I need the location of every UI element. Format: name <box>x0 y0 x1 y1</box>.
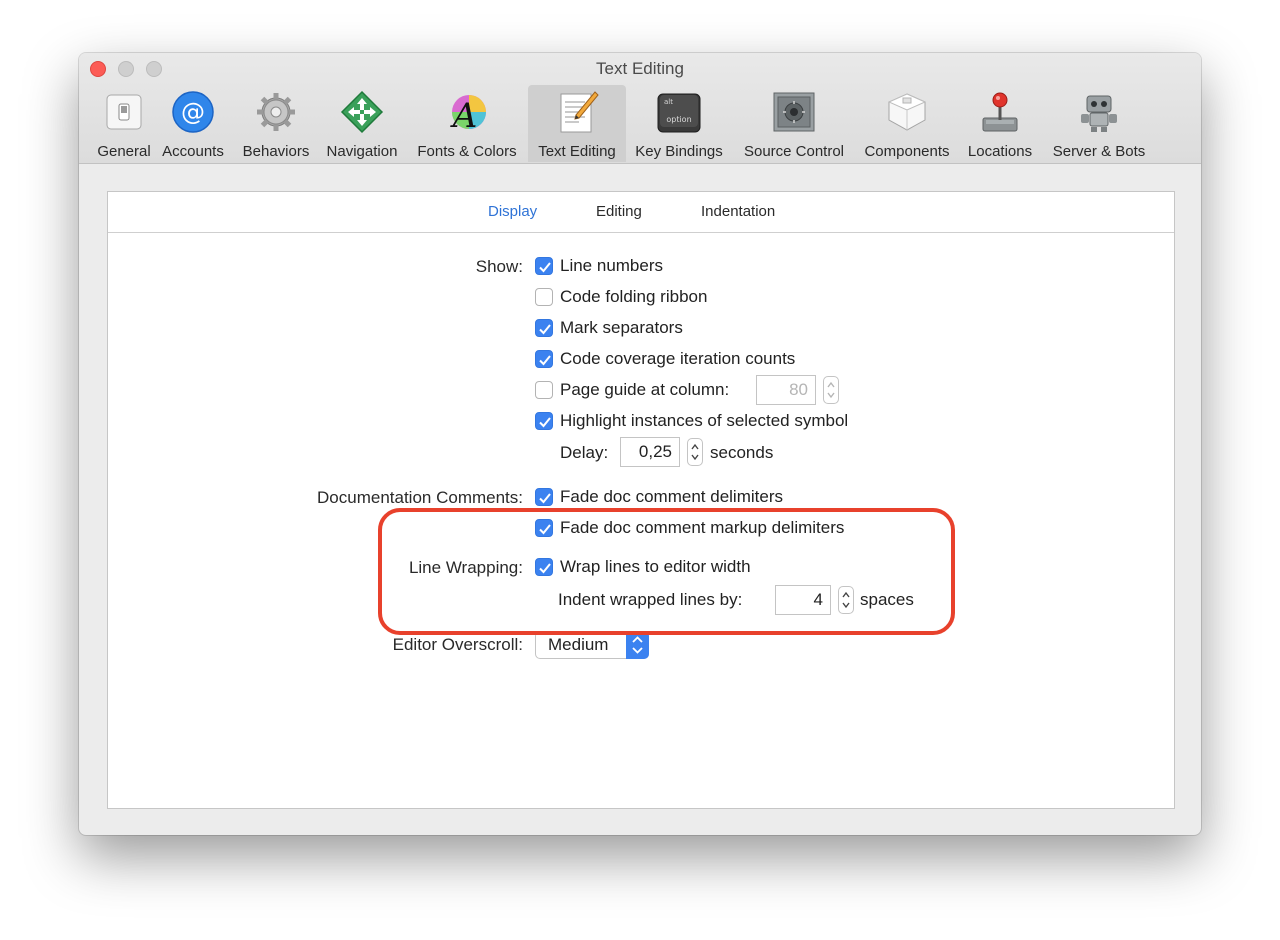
toolbar-item-general[interactable]: General <box>85 85 163 162</box>
toolbar-item-locations[interactable]: Locations <box>963 85 1037 162</box>
code-coverage-label: Code coverage iteration counts <box>560 349 796 368</box>
keyboard-key-icon: alt option <box>657 90 701 134</box>
toolbar-item-behaviors[interactable]: Behaviors <box>236 85 316 162</box>
svg-text:alt: alt <box>664 98 673 106</box>
safe-icon <box>772 90 816 134</box>
doc-comments-label: Documentation Comments: <box>317 488 523 507</box>
svg-text:A: A <box>450 96 478 134</box>
show-label: Show: <box>475 257 523 276</box>
line-numbers-label: Line numbers <box>560 256 664 275</box>
overscroll-select[interactable]: Medium <box>535 631 649 659</box>
highlight-instances-label: Highlight instances of selected symbol <box>560 411 849 430</box>
toolbar-item-server-bots[interactable]: Server & Bots <box>1047 85 1151 162</box>
toolbar-item-navigation[interactable]: Navigation <box>321 85 403 162</box>
page-guide-checkbox[interactable] <box>535 381 553 399</box>
pencil-document-icon <box>555 90 599 134</box>
line-numbers-checkbox[interactable] <box>535 257 553 275</box>
page-guide-stepper[interactable] <box>823 376 839 404</box>
fade-delimiters-checkbox[interactable] <box>535 488 553 506</box>
title-bar: Text Editing General @ Accounts Behavior… <box>79 53 1201 164</box>
tab-editing[interactable]: Editing <box>596 203 642 220</box>
switch-icon <box>102 90 146 134</box>
toolbar-item-accounts[interactable]: @ Accounts <box>155 85 231 162</box>
box-icon <box>885 90 929 134</box>
overscroll-label: Editor Overscroll: <box>392 635 523 654</box>
toolbar-item-key-bindings[interactable]: alt option Key Bindings <box>629 85 729 162</box>
tab-bar: Display Editing Indentation <box>108 192 1174 233</box>
delay-field[interactable]: 0,25 <box>620 437 680 467</box>
svg-text:option: option <box>666 115 691 124</box>
delay-label: Delay: <box>560 443 609 462</box>
font-palette-icon: A <box>445 90 489 134</box>
robot-icon <box>1077 90 1121 134</box>
arrows-icon <box>340 90 384 134</box>
joystick-icon <box>978 90 1022 134</box>
window-title: Text Editing <box>596 59 684 78</box>
at-sign-icon: @ <box>171 90 215 134</box>
overscroll-value: Medium <box>548 635 609 654</box>
tab-display[interactable]: Display <box>488 203 537 220</box>
fade-delimiters-label: Fade doc comment delimiters <box>560 487 783 506</box>
code-folding-checkbox[interactable] <box>535 288 553 306</box>
mark-separators-checkbox[interactable] <box>535 319 553 337</box>
highlight-instances-checkbox[interactable] <box>535 412 553 430</box>
preferences-window: Text Editing General @ Accounts Behavior… <box>79 53 1201 835</box>
mark-separators-label: Mark separators <box>560 318 683 337</box>
code-folding-label: Code folding ribbon <box>560 287 708 306</box>
tab-indentation[interactable]: Indentation <box>701 203 775 220</box>
chevron-updown-icon <box>626 631 649 659</box>
toolbar-item-text-editing[interactable]: Text Editing <box>528 85 626 162</box>
delay-stepper[interactable] <box>687 438 703 466</box>
gear-icon <box>254 90 298 134</box>
annotation-highlight <box>378 508 955 635</box>
svg-text:@: @ <box>181 98 205 126</box>
toolbar-item-fonts-colors[interactable]: A Fonts & Colors <box>411 85 523 162</box>
page-guide-label: Page guide at column: <box>560 380 730 399</box>
code-coverage-checkbox[interactable] <box>535 350 553 368</box>
delay-unit: seconds <box>710 443 774 462</box>
toolbar-item-source-control[interactable]: Source Control <box>737 85 851 162</box>
page-guide-column-field[interactable]: 80 <box>756 375 816 405</box>
toolbar-item-components[interactable]: Components <box>857 85 957 162</box>
